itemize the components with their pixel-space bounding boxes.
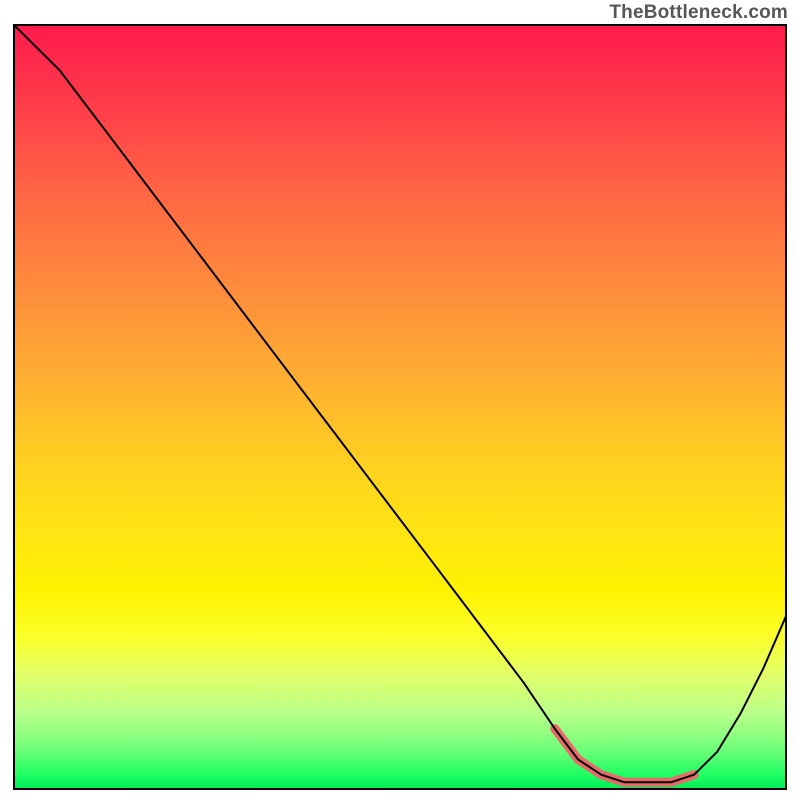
plot-area — [13, 24, 787, 790]
gradient-background — [13, 24, 787, 790]
bottleneck-chart: TheBottleneck.com — [0, 0, 800, 800]
watermark-text: TheBottleneck.com — [609, 2, 788, 24]
